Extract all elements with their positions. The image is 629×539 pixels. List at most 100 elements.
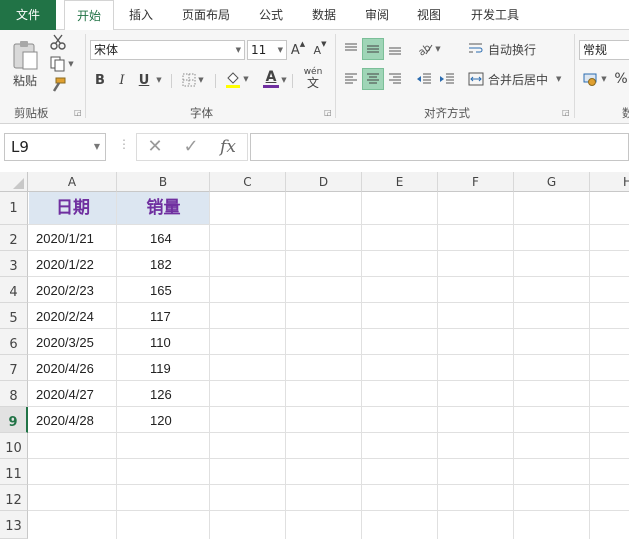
paste-button[interactable]: 粘贴 <box>8 36 42 92</box>
tab-review[interactable]: 审阅 <box>354 0 400 30</box>
row-header-5[interactable]: 5 <box>0 303 28 329</box>
cell-date[interactable]: 2020/2/24 <box>36 309 94 324</box>
row-header-2[interactable]: 2 <box>0 225 28 251</box>
cell-date[interactable]: 2020/2/23 <box>36 283 94 298</box>
cell-date[interactable]: 2020/4/27 <box>36 387 94 402</box>
underline-dropdown[interactable]: ▼ <box>153 70 163 90</box>
align-left-icon <box>345 73 357 84</box>
row-header-10[interactable]: 10 <box>0 433 28 459</box>
bold-button[interactable]: B <box>92 70 108 90</box>
copy-button[interactable]: ▼ <box>48 55 76 73</box>
grid-line <box>589 192 590 539</box>
wrap-text-button[interactable]: 自动换行 <box>468 39 540 59</box>
format-painter-button[interactable] <box>48 76 68 94</box>
alignment-launcher-icon[interactable]: ◲ <box>562 108 570 117</box>
column-header-c[interactable]: C <box>210 172 286 192</box>
column-header-e[interactable]: E <box>362 172 438 192</box>
chevron-down-icon: ▼ <box>277 46 283 54</box>
align-center-button[interactable] <box>362 68 384 90</box>
align-left-button[interactable] <box>341 68 361 90</box>
decrease-indent-button[interactable] <box>414 68 434 90</box>
align-middle-button[interactable] <box>362 38 384 60</box>
enter-icon[interactable]: ✓ <box>178 133 204 161</box>
cell-sales[interactable]: 110 <box>150 335 171 350</box>
tab-file[interactable]: 文件 <box>0 0 56 30</box>
header-cell-sales[interactable]: 销量 <box>117 192 210 225</box>
grid-line <box>361 192 362 539</box>
grid-line <box>209 192 210 539</box>
more-options-icon[interactable]: ⋮ <box>118 137 130 151</box>
underline-button[interactable]: U <box>136 70 152 90</box>
cell-date[interactable]: 2020/4/26 <box>36 361 94 376</box>
cell-date[interactable]: 2020/3/25 <box>36 335 94 350</box>
formula-input[interactable] <box>250 133 629 161</box>
tab-insert[interactable]: 插入 <box>118 0 164 30</box>
tab-view[interactable]: 视图 <box>406 0 452 30</box>
row-header-7[interactable]: 7 <box>0 355 28 381</box>
insert-function-button[interactable]: fx <box>214 133 242 161</box>
row-header-9[interactable]: 9 <box>0 407 28 433</box>
shrink-font-button[interactable]: A ▼ <box>312 40 328 60</box>
chevron-down-icon: ▼ <box>93 142 100 151</box>
row-header-6[interactable]: 6 <box>0 329 28 355</box>
cell-sales[interactable]: 182 <box>150 257 172 272</box>
column-header-h[interactable]: H <box>590 172 629 192</box>
cell-sales[interactable]: 120 <box>150 413 172 428</box>
row-header-4[interactable]: 4 <box>0 277 28 303</box>
tab-developer[interactable]: 开发工具 <box>462 0 528 30</box>
tab-page-layout[interactable]: 页面布局 <box>172 0 240 30</box>
align-right-button[interactable] <box>385 68 405 90</box>
chevron-down-icon: ▼ <box>556 75 562 83</box>
cell-sales[interactable]: 119 <box>150 361 171 376</box>
font-color-dropdown[interactable]: ▼ <box>278 70 288 90</box>
column-header-d[interactable]: D <box>286 172 362 192</box>
merge-center-button[interactable]: 合并后居中 ▼ <box>468 69 568 89</box>
cell-date[interactable]: 2020/1/21 <box>36 231 94 246</box>
column-header-g[interactable]: G <box>514 172 590 192</box>
select-all-corner[interactable] <box>0 172 28 192</box>
cell-sales[interactable]: 165 <box>150 283 172 298</box>
number-format-select[interactable]: 常规 <box>579 40 629 60</box>
tab-home[interactable]: 开始 <box>64 0 114 31</box>
font-size-value: 11 <box>251 43 267 57</box>
shrink-font-label: A <box>313 43 322 57</box>
cell-sales[interactable]: 164 <box>150 231 172 246</box>
fill-color-button[interactable]: ▼ <box>222 68 252 90</box>
cell-date[interactable]: 2020/4/28 <box>36 413 94 428</box>
align-top-button[interactable] <box>341 38 361 60</box>
accounting-format-button[interactable]: ▼ <box>580 68 610 90</box>
font-size-select[interactable]: 11 ▼ <box>247 40 287 60</box>
tab-formulas[interactable]: 公式 <box>248 0 294 30</box>
borders-button[interactable]: ▼ <box>178 70 208 90</box>
row-header-1[interactable]: 1 <box>0 192 28 225</box>
italic-button[interactable]: I <box>114 70 130 90</box>
header-cell-date[interactable]: 日期 <box>29 192 117 225</box>
column-header-f[interactable]: F <box>438 172 514 192</box>
align-bottom-button[interactable] <box>385 38 405 60</box>
row-header-3[interactable]: 3 <box>0 251 28 277</box>
row-header-13[interactable]: 13 <box>0 511 28 539</box>
cell-sales[interactable]: 117 <box>150 309 171 324</box>
cell-sales[interactable]: 126 <box>150 387 172 402</box>
row-header-11[interactable]: 11 <box>0 459 28 485</box>
font-launcher-icon[interactable]: ◲ <box>324 108 332 117</box>
worksheet-grid[interactable]: A B C D E F G H 1 2 3 4 5 6 7 8 9 10 11 … <box>0 172 629 539</box>
select-all-icon <box>13 178 24 189</box>
column-header-a[interactable]: A <box>28 172 117 192</box>
alignment-group-label: 对齐方式 <box>424 106 470 120</box>
row-header-12[interactable]: 12 <box>0 485 28 511</box>
tab-data[interactable]: 数据 <box>301 0 347 30</box>
phonetic-guide-button[interactable]: wén 文 <box>298 67 328 91</box>
name-box[interactable]: L9 ▼ <box>4 133 106 161</box>
clipboard-launcher-icon[interactable]: ◲ <box>74 108 82 117</box>
cut-button[interactable] <box>48 33 68 51</box>
cancel-icon[interactable]: ✕ <box>142 133 168 161</box>
orientation-button[interactable]: ab ▼ <box>414 38 444 60</box>
percent-style-button[interactable]: % <box>613 68 629 90</box>
column-header-b[interactable]: B <box>117 172 210 192</box>
cell-date[interactable]: 2020/1/22 <box>36 257 94 272</box>
grow-font-button[interactable]: A ▲ <box>290 40 306 60</box>
increase-indent-button[interactable] <box>437 68 457 90</box>
font-name-select[interactable]: 宋体 ▼ <box>90 40 245 60</box>
row-header-8[interactable]: 8 <box>0 381 28 407</box>
